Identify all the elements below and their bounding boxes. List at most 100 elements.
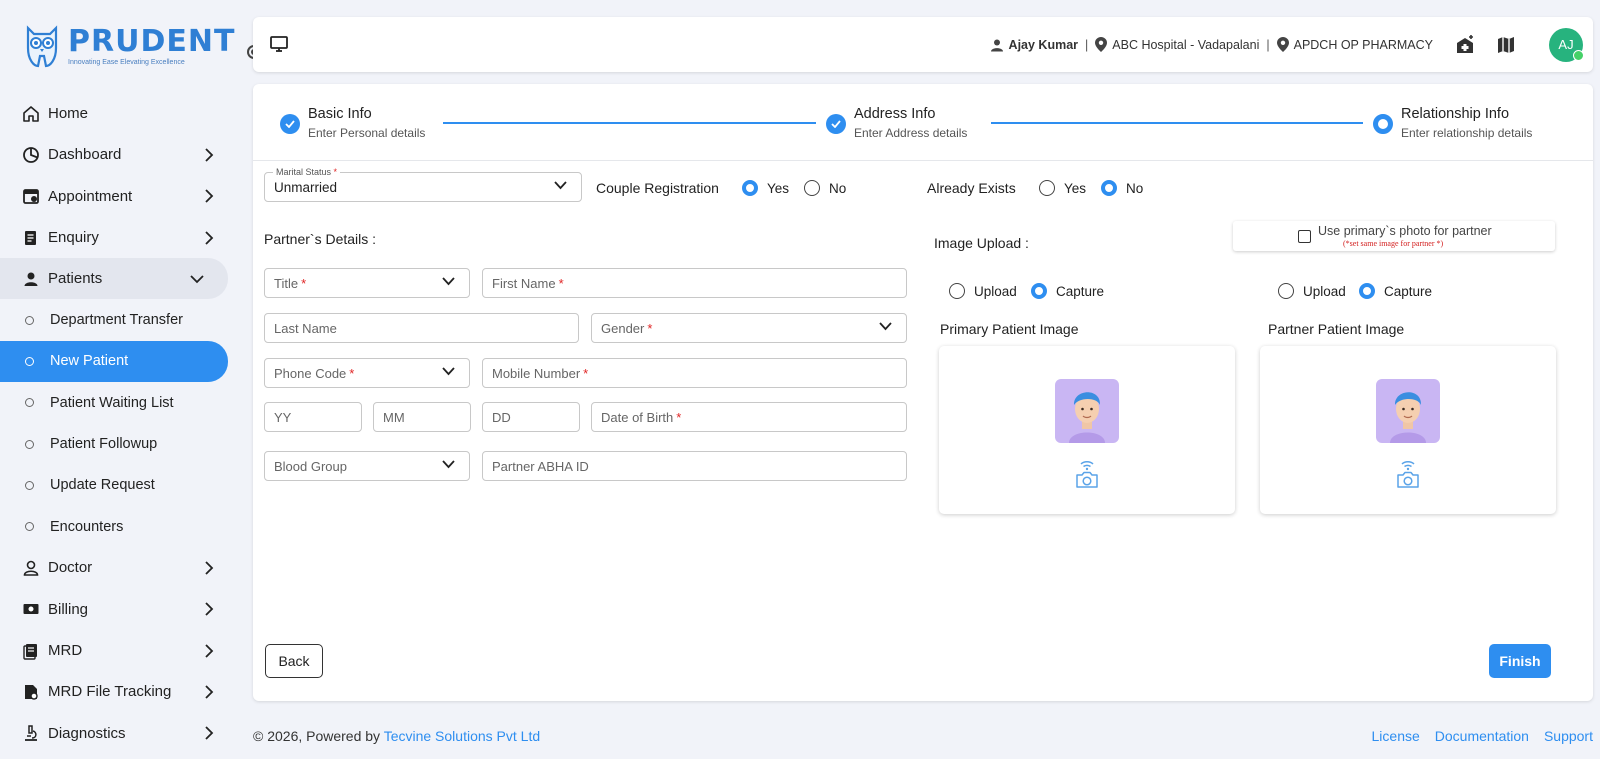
title-select[interactable]: Title * xyxy=(264,268,470,298)
chevron-down-icon xyxy=(442,277,455,286)
sidebar-subitem-update-request[interactable]: Update Request xyxy=(0,465,240,506)
field-placeholder: Partner ABHA ID xyxy=(492,458,589,474)
sidebar-item-dashboard[interactable]: Dashboard xyxy=(0,134,240,175)
already-exists-no-radio[interactable]: No xyxy=(1101,180,1143,196)
last-name-input[interactable]: Last Name xyxy=(264,313,579,343)
checkbox-icon xyxy=(1298,230,1311,243)
new-patient-card: Basic Info Enter Personal details Addres… xyxy=(253,84,1593,701)
step-relationship-info[interactable]: Relationship Info Enter relationship det… xyxy=(1373,106,1532,140)
header-separator: | xyxy=(1085,37,1089,52)
age-days-input[interactable]: DD xyxy=(482,402,580,432)
pie-chart-icon xyxy=(22,146,40,164)
partner-details-heading: Partner`s Details : xyxy=(264,231,377,247)
sidebar-item-enquiry[interactable]: Enquiry xyxy=(0,217,240,258)
partner-capture-radio[interactable]: Capture xyxy=(1359,283,1432,299)
radio-label: Capture xyxy=(1384,283,1433,299)
field-placeholder: Phone Code xyxy=(274,365,347,381)
chevron-right-icon xyxy=(202,189,216,203)
field-placeholder: Date of Birth xyxy=(601,409,674,425)
chevron-down-icon xyxy=(442,460,455,469)
age-months-input[interactable]: MM xyxy=(373,402,471,432)
sidebar-item-billing[interactable]: Billing xyxy=(0,589,240,630)
couple-registration-yes-radio[interactable]: Yes xyxy=(742,180,789,196)
step-basic-info[interactable]: Basic Info Enter Personal details xyxy=(280,106,425,140)
primary-image-box[interactable] xyxy=(939,346,1235,514)
sidebar-item-home[interactable]: Home xyxy=(0,93,240,134)
phone-code-select[interactable]: Phone Code * xyxy=(264,358,470,388)
sidebar-subitem-encounters[interactable]: Encounters xyxy=(0,506,240,547)
sidebar-item-mrd[interactable]: MRD xyxy=(0,630,240,671)
partner-abha-id-input[interactable]: Partner ABHA ID xyxy=(482,451,907,481)
sidebar-item-label: Doctor xyxy=(48,559,93,577)
registration-stepper: Basic Info Enter Personal details Addres… xyxy=(253,84,1593,161)
user-avatar[interactable]: AJ xyxy=(1549,27,1584,62)
couple-registration-no-radio[interactable]: No xyxy=(804,180,846,196)
license-link[interactable]: License xyxy=(1372,728,1420,744)
documentation-link[interactable]: Documentation xyxy=(1435,728,1529,744)
header-context: Ajay Kumar | ABC Hospital - Vadapalani |… xyxy=(990,17,1593,72)
finish-button[interactable]: Finish xyxy=(1489,644,1551,678)
back-button[interactable]: Back xyxy=(265,644,323,678)
footer-company-link[interactable]: Tecvine Solutions Pvt Ltd xyxy=(384,728,540,744)
chevron-right-icon xyxy=(202,643,216,658)
map-icon[interactable] xyxy=(1497,36,1515,54)
radio-selected-icon xyxy=(742,180,758,196)
header-separator: | xyxy=(1266,37,1270,52)
sidebar-subitem-new-patient[interactable]: New Patient xyxy=(0,340,228,383)
sidebar-subitem-patient-followup[interactable]: Patient Followup xyxy=(0,423,240,464)
camera-capture-icon[interactable] xyxy=(1396,456,1420,490)
gender-select[interactable]: Gender * xyxy=(591,313,907,343)
sidebar-subitem-department-transfer[interactable]: Department Transfer xyxy=(0,299,240,340)
add-clinic-icon[interactable] xyxy=(1455,34,1475,55)
radio-label: No xyxy=(1126,180,1144,196)
mobile-number-input[interactable]: Mobile Number * xyxy=(482,358,907,388)
sidebar-subitem-patient-waiting-list[interactable]: Patient Waiting List xyxy=(0,382,240,423)
field-placeholder: Gender xyxy=(601,320,645,336)
step-subtitle: Enter Address details xyxy=(854,126,968,140)
primary-upload-radio[interactable]: Upload xyxy=(949,283,1017,299)
monitor-icon[interactable] xyxy=(269,34,289,57)
sidebar-item-patients[interactable]: Patients xyxy=(0,258,228,300)
user-icon xyxy=(990,39,1003,51)
field-placeholder: First Name xyxy=(492,275,556,291)
owl-tooth-logo-icon xyxy=(26,25,58,68)
age-years-input[interactable]: YY xyxy=(264,402,362,432)
partner-image-box[interactable] xyxy=(1260,346,1556,514)
radio-selected-icon xyxy=(1359,283,1375,299)
brand-logo[interactable]: PRUDENT Innovating Ease Elevating Excell… xyxy=(22,24,262,68)
primary-capture-radio[interactable]: Capture xyxy=(1031,283,1104,299)
use-primary-photo-checkbox[interactable]: Use primary`s photo for partner (*set sa… xyxy=(1233,221,1555,251)
current-step-icon xyxy=(1373,114,1393,134)
support-link[interactable]: Support xyxy=(1544,728,1593,744)
radio-label: Yes xyxy=(1064,180,1087,196)
sidebar-item-diagnostics[interactable]: Diagnostics xyxy=(0,712,240,753)
sidebar-subitem-label: New Patient xyxy=(50,353,129,370)
blood-group-select[interactable]: Blood Group xyxy=(264,451,470,481)
camera-capture-icon[interactable] xyxy=(1075,456,1099,490)
required-mark: * xyxy=(558,275,564,291)
first-name-input[interactable]: First Name * xyxy=(482,268,907,298)
bullet-icon xyxy=(25,480,34,490)
use-primary-photo-note: (*set same image for partner *) xyxy=(1343,239,1444,248)
marital-status-value: Unmarried xyxy=(274,179,338,195)
step-address-info[interactable]: Address Info Enter Address details xyxy=(826,106,967,140)
chevron-right-icon xyxy=(202,148,216,162)
required-mark: * xyxy=(647,320,653,336)
date-of-birth-input[interactable]: Date of Birth * xyxy=(591,402,907,432)
footer-copyright: © 2026, Powered by xyxy=(253,728,384,744)
brand-tagline: Innovating Ease Elevating Excellence xyxy=(68,59,185,66)
chevron-right-icon xyxy=(202,726,216,740)
partner-upload-radio[interactable]: Upload xyxy=(1278,283,1346,299)
required-mark: * xyxy=(676,409,682,425)
marital-status-select[interactable]: Marital Status * Unmarried xyxy=(264,167,582,202)
sidebar-item-mrd-file-tracking[interactable]: MRD File Tracking xyxy=(0,671,240,712)
field-placeholder: Mobile Number xyxy=(492,365,581,381)
sidebar: PRUDENT Innovating Ease Elevating Excell… xyxy=(0,0,262,759)
already-exists-yes-radio[interactable]: Yes xyxy=(1039,180,1086,196)
sidebar-item-appointment[interactable]: Appointment xyxy=(0,176,240,217)
radio-label: Capture xyxy=(1056,283,1105,299)
sidebar-item-doctor[interactable]: Doctor xyxy=(0,547,240,588)
sidebar-item-label: Appointment xyxy=(48,187,133,205)
patient-avatar-placeholder xyxy=(1055,379,1119,443)
couple-registration-label: Couple Registration xyxy=(596,180,719,196)
